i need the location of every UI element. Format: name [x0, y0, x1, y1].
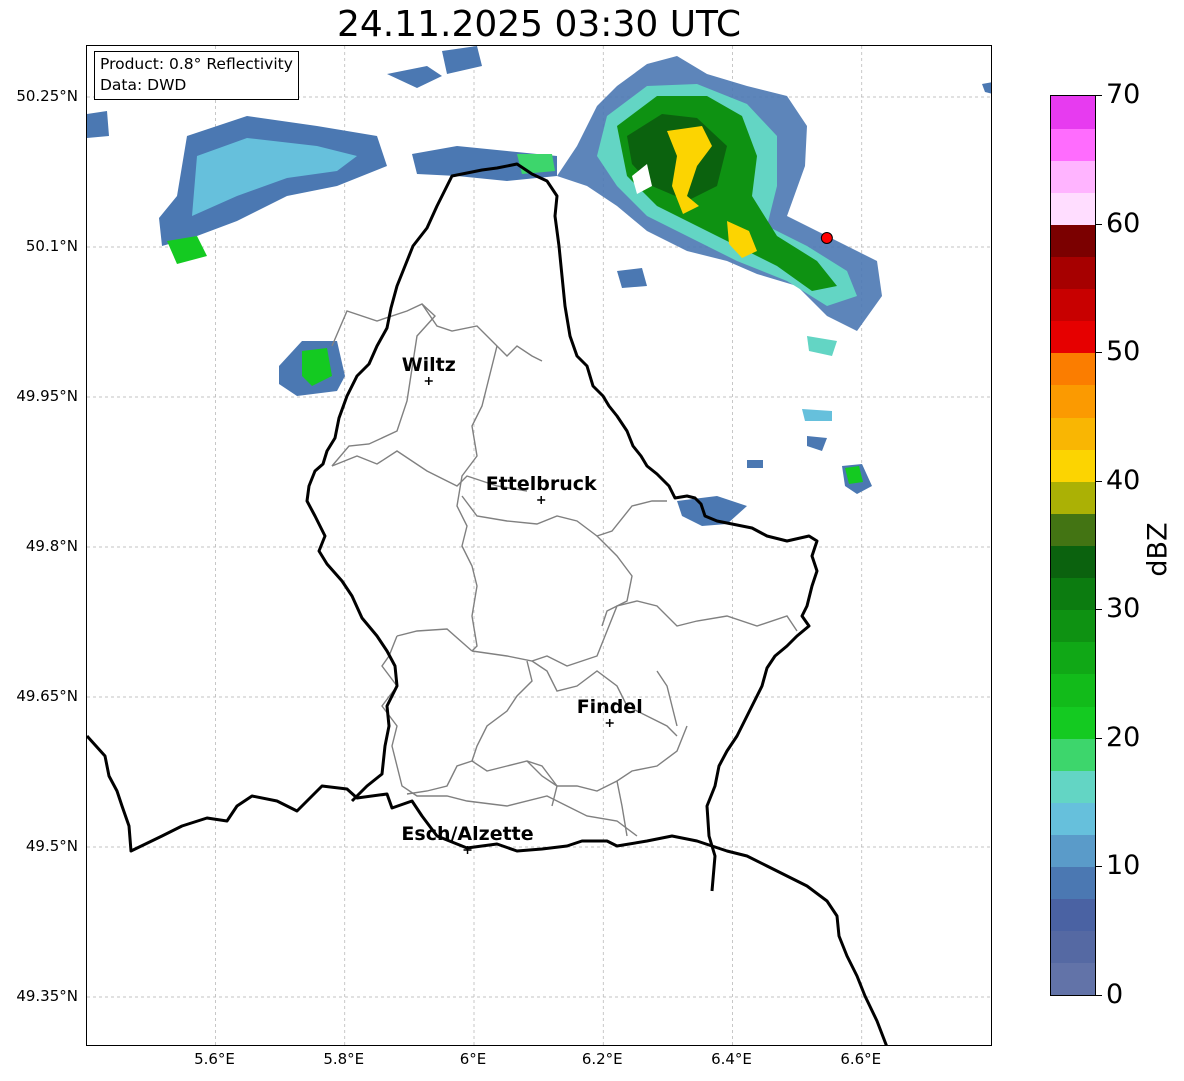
- echo-streak-west-1-core: [167, 236, 207, 264]
- city-cross-icon: [605, 719, 614, 727]
- colorbar-tick: [1096, 995, 1102, 996]
- colorbar-segment: [1051, 384, 1095, 418]
- colorbar-tick-label: 70: [1106, 79, 1141, 110]
- echo-east-5: [617, 268, 647, 288]
- colorbar-tick: [1096, 737, 1102, 739]
- colorbar-tick: [1096, 352, 1102, 354]
- echo-east-7: [747, 460, 763, 468]
- colorbar-segment: [1051, 256, 1095, 290]
- colorbar: [1050, 95, 1096, 996]
- colorbar-tick-label: 50: [1106, 336, 1141, 368]
- map-title: 24.11.2025 03:30 UTC: [336, 4, 742, 45]
- city-label: Esch/Alzette: [401, 823, 533, 845]
- colorbar-segment: [1051, 128, 1095, 161]
- lon-tick-label: 6°E: [459, 1050, 487, 1068]
- lat-tick-label: 49.65°N: [16, 687, 78, 705]
- lat-tick-label: 49.5°N: [25, 837, 78, 855]
- colorbar-segment: [1051, 417, 1095, 450]
- city-markers: Wiltz Ettelbruck Findel Esch/Alzette: [401, 354, 643, 854]
- colorbar-tick-label: 10: [1106, 850, 1141, 882]
- colorbar-tick: [1096, 609, 1102, 611]
- lon-tick-label: 6.4°E: [711, 1050, 752, 1068]
- colorbar-segment: [1051, 160, 1095, 193]
- product-label: Product: 0.8° Reflectivity: [100, 55, 293, 73]
- colorbar-segment: [1051, 866, 1095, 900]
- lat-tick-label: 50.1°N: [25, 237, 78, 255]
- lon-tick-label: 5.6°E: [194, 1050, 235, 1068]
- colorbar-segment: [1051, 802, 1095, 835]
- colorbar-segment: [1051, 224, 1095, 258]
- echo-streak-nw-2: [87, 111, 109, 138]
- lat-tick-label: 49.95°N: [16, 387, 78, 405]
- colorbar-segment: [1051, 834, 1095, 868]
- colorbar-segment: [1051, 770, 1095, 803]
- colorbar-segment: [1051, 962, 1095, 996]
- city-cross-icon: [424, 377, 433, 385]
- colorbar-tick-label: 40: [1106, 464, 1141, 496]
- lon-tick-label: 6.2°E: [581, 1050, 623, 1068]
- colorbar-segment: [1051, 192, 1095, 225]
- country-border: [87, 162, 888, 1045]
- colorbar-segment: [1051, 96, 1095, 129]
- echo-east-2: [677, 496, 747, 526]
- colorbar-tick-label: 20: [1106, 721, 1141, 753]
- colorbar-segment: [1051, 481, 1095, 514]
- lat-tick-label: 49.35°N: [16, 987, 78, 1005]
- lat-tick-label: 50.25°N: [16, 87, 78, 105]
- colorbar-segment: [1051, 577, 1095, 611]
- city-marker: Ettelbruck: [486, 473, 597, 504]
- echo-north-small: [442, 46, 482, 74]
- lon-tick-label: 6.6°E: [840, 1050, 882, 1068]
- colorbar-tick-label: 0: [1106, 979, 1124, 1010]
- echo-east-8: [982, 82, 991, 94]
- colorbar-segment: [1051, 288, 1095, 322]
- colorbar-segment: [1051, 898, 1095, 932]
- city-label: Wiltz: [402, 354, 456, 376]
- colorbar-segment: [1051, 673, 1095, 707]
- colorbar-label: dBZ: [1142, 522, 1174, 577]
- echo-streak-nw-1: [387, 66, 442, 88]
- colorbar-tick: [1096, 95, 1102, 96]
- reflectivity-echoes: [87, 46, 991, 526]
- echo-east-3: [802, 409, 832, 421]
- city-marker: Findel: [577, 696, 643, 727]
- colorbar-segment: [1051, 930, 1095, 964]
- colorbar-tick-label: 30: [1106, 593, 1141, 625]
- echo-east-4: [807, 436, 827, 451]
- city-label: Findel: [577, 696, 643, 718]
- colorbar-tick: [1096, 223, 1102, 225]
- colorbar-segment: [1051, 449, 1095, 482]
- radar-map: Wiltz Ettelbruck Findel Esch/Alzette: [87, 46, 991, 1045]
- city-label: Ettelbruck: [486, 473, 597, 495]
- lon-tick-label: 5.8°E: [323, 1050, 365, 1068]
- echo-streak-west-2-core: [517, 154, 555, 174]
- colorbar-segment: [1051, 706, 1095, 739]
- colorbar-segment: [1051, 513, 1095, 546]
- colorbar-tick: [1096, 480, 1102, 482]
- lat-tick-label: 49.8°N: [25, 537, 78, 555]
- radar-site-marker: [820, 232, 833, 244]
- product-info-box: Product: 0.8° Reflectivity Data: DWD: [94, 51, 299, 100]
- colorbar-segment: [1051, 352, 1095, 386]
- canton-borders: [331, 303, 798, 837]
- colorbar-tick: [1096, 866, 1102, 868]
- data-source-label: Data: DWD: [100, 76, 187, 94]
- map-panel: Wiltz Ettelbruck Findel Esch/Alzette: [86, 45, 992, 1046]
- colorbar-segment: [1051, 738, 1095, 771]
- colorbar-tick-label: 60: [1106, 207, 1141, 239]
- colorbar-segment: [1051, 641, 1095, 675]
- city-cross-icon: [537, 496, 546, 504]
- echo-east-6: [807, 336, 837, 356]
- colorbar-segment: [1051, 609, 1095, 643]
- colorbar-segment: [1051, 545, 1095, 579]
- colorbar-segment: [1051, 320, 1095, 354]
